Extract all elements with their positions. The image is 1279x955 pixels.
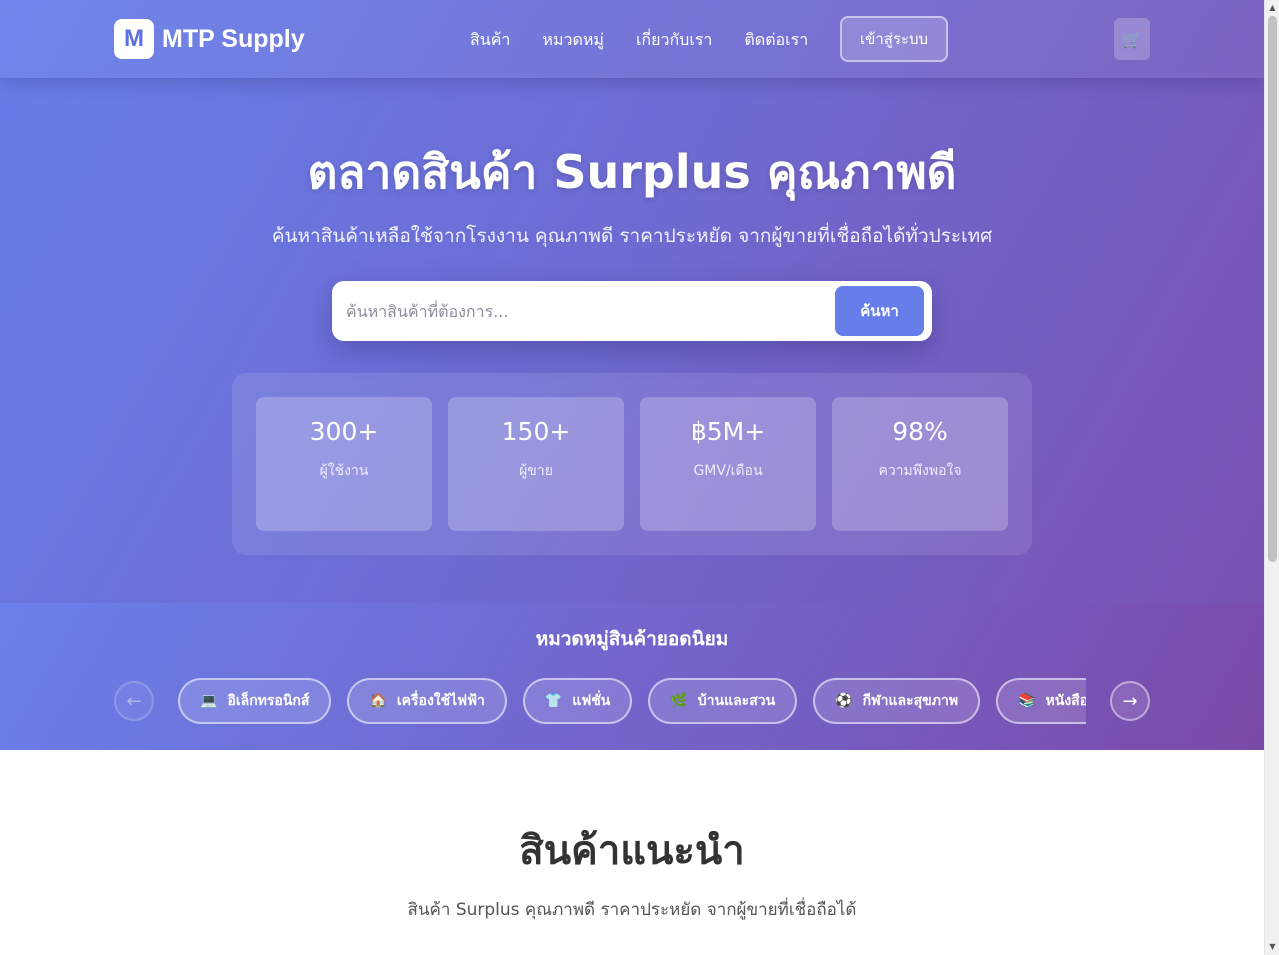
nav-about[interactable]: เกี่ยวกับเรา bbox=[636, 28, 712, 53]
books-icon: 📚 bbox=[1018, 693, 1036, 709]
categories-prev-button[interactable]: ← bbox=[114, 681, 154, 721]
site-header: M MTP Supply สินค้า หมวดหมู่ เกี่ยวกับเร… bbox=[0, 0, 1264, 78]
categories-next-button[interactable]: → bbox=[1110, 681, 1150, 721]
category-electronics[interactable]: 💻 อิเล็กทรอนิกส์ bbox=[178, 678, 332, 724]
category-label: หนังสือ bbox=[1045, 693, 1086, 709]
cart-button[interactable]: 🛒 bbox=[1114, 18, 1150, 60]
category-label: กีฬาและสุขภาพ bbox=[862, 693, 959, 709]
stat-value: 300+ bbox=[309, 417, 379, 446]
scroll-up-icon[interactable]: ▲ bbox=[1268, 3, 1277, 12]
stat-label: ความพึงพอใจ bbox=[878, 463, 962, 479]
stat-value: 98% bbox=[892, 417, 948, 446]
shirt-icon: 👕 bbox=[544, 693, 563, 709]
categories-carousel: 💻 อิเล็กทรอนิกส์ 🏠 เครื่องใช้ไฟฟ้า 👕 แฟช… bbox=[178, 678, 1086, 724]
category-label: บ้านและสวน bbox=[697, 693, 776, 709]
stat-card-sellers: 150+ ผู้ขาย bbox=[448, 397, 624, 531]
main-nav: สินค้า หมวดหมู่ เกี่ยวกับเรา ติดต่อเรา bbox=[470, 28, 840, 53]
stat-card-users: 300+ ผู้ใช้งาน bbox=[256, 397, 432, 531]
categories-track: 💻 อิเล็กทรอนิกส์ 🏠 เครื่องใช้ไฟฟ้า 👕 แฟช… bbox=[178, 678, 1086, 724]
hero-subtitle: ค้นหาสินค้าเหลือใช้จากโรงงาน คุณภาพดี รา… bbox=[271, 225, 993, 247]
page-scrollbar[interactable]: ▲ ▼ bbox=[1264, 0, 1279, 955]
nav-contact[interactable]: ติดต่อเรา bbox=[744, 28, 808, 53]
stat-label: ผู้ขาย bbox=[519, 463, 553, 479]
featured-subtitle: สินค้า Surplus คุณภาพดี ราคาประหยัด จากผ… bbox=[407, 900, 857, 920]
category-appliances[interactable]: 🏠 เครื่องใช้ไฟฟ้า bbox=[347, 678, 507, 724]
stat-card-satisfaction: 98% ความพึงพอใจ bbox=[832, 397, 1008, 531]
category-sports-health[interactable]: ⚽ กีฬาและสุขภาพ bbox=[813, 678, 981, 724]
stat-value: ฿5M+ bbox=[690, 417, 766, 446]
category-fashion[interactable]: 👕 แฟชั่น bbox=[522, 678, 633, 724]
soccer-ball-icon: ⚽ bbox=[835, 693, 853, 709]
stats-panel: 300+ ผู้ใช้งาน 150+ ผู้ขาย ฿5M+ GMV/เดือ… bbox=[232, 373, 1032, 555]
house-icon: 🏠 bbox=[369, 693, 387, 709]
stat-card-gmv: ฿5M+ GMV/เดือน bbox=[640, 397, 816, 531]
stat-label: GMV/เดือน bbox=[693, 463, 763, 479]
logo-text: MTP Supply bbox=[162, 24, 305, 53]
category-books[interactable]: 📚 หนังสือ bbox=[996, 678, 1086, 724]
logo[interactable]: M MTP Supply bbox=[114, 19, 305, 59]
leaf-icon: 🌿 bbox=[670, 693, 688, 709]
search-input[interactable] bbox=[346, 291, 826, 331]
stat-label: ผู้ใช้งาน bbox=[319, 463, 369, 479]
login-button[interactable]: เข้าสู่ระบบ bbox=[840, 16, 948, 62]
arrow-right-icon: → bbox=[1122, 690, 1138, 712]
stat-value: 150+ bbox=[501, 417, 571, 446]
nav-products[interactable]: สินค้า bbox=[470, 28, 510, 53]
search-button[interactable]: ค้นหา bbox=[835, 286, 924, 336]
category-label: เครื่องใช้ไฟฟ้า bbox=[396, 693, 485, 709]
laptop-icon: 💻 bbox=[200, 693, 218, 709]
category-label: แฟชั่น bbox=[572, 693, 611, 709]
scroll-down-icon[interactable]: ▼ bbox=[1268, 942, 1277, 951]
logo-mark: M bbox=[114, 19, 154, 59]
hero-title: ตลาดสินค้า Surplus คุณภาพดี bbox=[307, 145, 957, 199]
category-label: อิเล็กทรอนิกส์ bbox=[227, 693, 310, 709]
hero-background: M MTP Supply สินค้า หมวดหมู่ เกี่ยวกับเร… bbox=[0, 0, 1264, 750]
cart-icon: 🛒 bbox=[1122, 29, 1142, 49]
featured-title: สินค้าแนะนำ bbox=[519, 828, 745, 874]
scrollbar-thumb[interactable] bbox=[1268, 16, 1277, 562]
arrow-left-icon: ← bbox=[126, 690, 142, 712]
nav-categories[interactable]: หมวดหมู่ bbox=[542, 28, 604, 53]
category-home-garden[interactable]: 🌿 บ้านและสวน bbox=[648, 678, 798, 724]
categories-title: หมวดหมู่สินค้ายอดนิยม bbox=[535, 628, 729, 650]
